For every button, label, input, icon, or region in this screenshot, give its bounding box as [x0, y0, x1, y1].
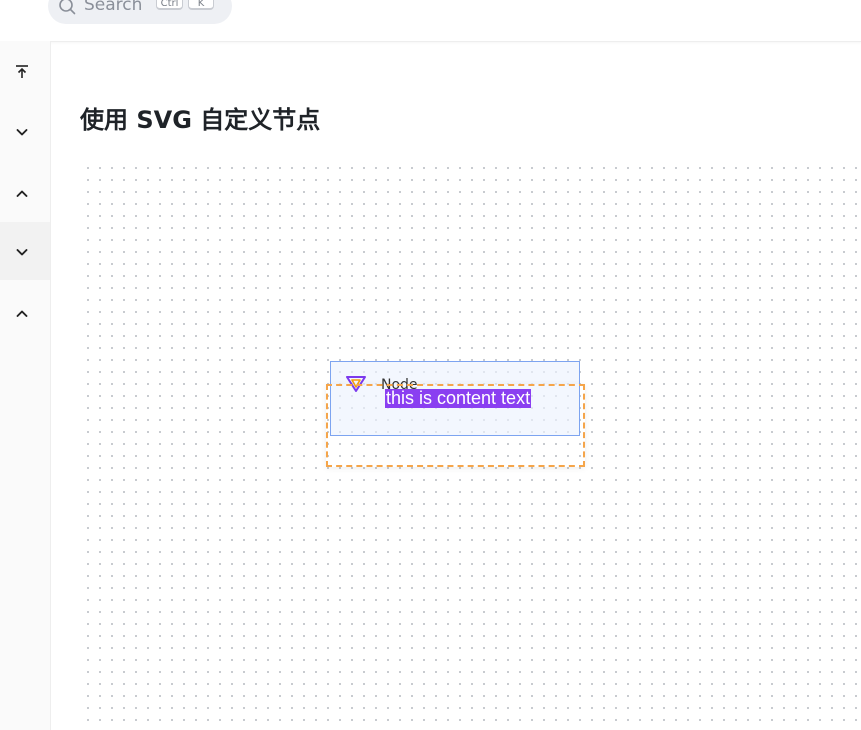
expand-section-button[interactable] — [11, 121, 33, 143]
chevron-up-icon — [16, 310, 28, 317]
shortcut-k-key: K — [188, 0, 214, 10]
search-icon — [59, 0, 76, 15]
collapse-item-button[interactable] — [11, 303, 33, 325]
chevron-up-icon — [16, 190, 28, 197]
search-placeholder: Search — [84, 0, 143, 15]
scroll-to-top-button[interactable] — [11, 61, 33, 83]
chevron-down-icon — [16, 249, 28, 256]
expand-item-button[interactable] — [11, 241, 33, 263]
node-content-text[interactable]: this is content text — [385, 389, 532, 408]
top-bar: Search Ctrl K — [0, 0, 861, 42]
flow-canvas[interactable]: Node this is content text — [80, 160, 861, 730]
chevron-down-icon — [16, 129, 28, 136]
sidebar — [0, 41, 51, 730]
arrow-up-to-top-icon — [16, 65, 28, 78]
collapse-section-button[interactable] — [11, 183, 33, 205]
page-title: 使用 SVG 自定义节点 — [80, 106, 321, 134]
search-box[interactable]: Search Ctrl K — [48, 0, 232, 24]
shortcut-ctrl-key: Ctrl — [156, 0, 183, 10]
main-content: 使用 SVG 自定义节点 Node this is content text — [51, 42, 861, 730]
